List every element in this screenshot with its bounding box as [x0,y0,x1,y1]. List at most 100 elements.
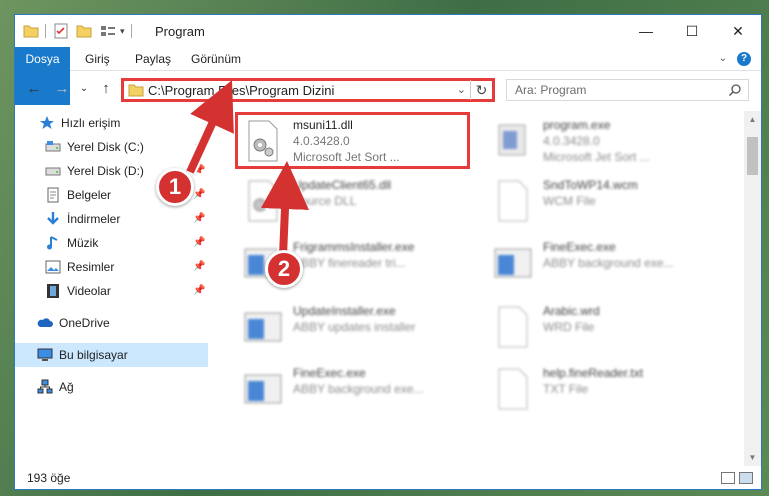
window-title: Program [155,24,205,39]
search-box[interactable]: Ara: Program [506,79,749,101]
toolbar-separator [45,24,46,38]
callout-badge-2: 2 [265,250,303,288]
exe-icon [498,124,526,156]
sidebar-item-label: İndirmeler [67,212,121,226]
file-item[interactable]: Arabic.wrd WRD File [485,299,725,357]
sidebar-item-local-disk-c[interactable]: Yerel Disk (C:) 📌 [15,135,208,159]
search-placeholder[interactable]: Ara: Program [515,83,586,97]
sidebar-item-label: Yerel Disk (C:) [67,140,144,154]
callout-badge-1: 1 [156,168,194,206]
file-name: Arabic.wrd [543,304,600,318]
file-type: WRD File [543,320,595,334]
highlight-box [235,112,470,169]
maximize-button[interactable]: ☐ [669,15,715,47]
navigation-bar: ← → ⌄ ↑ C:\Program Files\Program Dizini … [15,72,761,106]
scroll-up-icon[interactable]: ▲ [744,111,761,128]
file-description: ABBY background exe... [543,256,674,270]
properties-icon[interactable] [54,23,68,39]
blank-file-icon [498,180,528,222]
sidebar-item-label: Videolar [67,284,111,298]
app-window-icon [244,312,282,342]
file-version: 4.0.3428.0 [543,134,600,148]
sidebar-item-pictures[interactable]: Resimler 📌 [15,255,208,279]
expand-ribbon-icon[interactable]: ⌄ [719,53,727,64]
pictures-icon [45,260,61,274]
file-item[interactable]: UpdateInstaller.exe ABBY updates install… [235,299,475,357]
videos-icon [47,284,59,298]
sidebar-item-quick-access[interactable]: Hızlı erişim [15,111,208,135]
file-item[interactable]: program.exe 4.0.3428.0 Microsoft Jet Sor… [485,113,725,171]
tab-share[interactable]: Paylaş [135,47,171,71]
details-view-icon[interactable] [721,472,735,484]
sidebar-item-network[interactable]: Ağ [15,375,208,399]
file-type: WCM File [543,194,596,208]
sidebar-item-label: Ağ [59,380,74,394]
address-path[interactable]: C:\Program Files\Program Dizini [148,83,334,98]
file-description: ABBY finereader tri... [293,256,406,270]
sidebar-item-onedrive[interactable]: OneDrive [15,311,208,335]
quick-access-toolbar: ▾ [23,22,132,40]
navigation-pane: Hızlı erişim Yerel Disk (C:) 📌 Yerel Dis… [15,111,208,466]
customize-toolbar-dropdown[interactable]: ▾ [120,26,125,37]
blank-file-icon [498,368,528,410]
computer-icon [37,348,53,361]
address-bar[interactable]: C:\Program Files\Program Dizini ⌄ ↻ [121,78,495,102]
file-type: TXT File [543,382,589,396]
pin-icon: 📌 [193,165,206,176]
pin-icon: 📌 [193,237,206,248]
file-description: ABBY updates installer [293,320,416,334]
file-name: FineExec.exe [293,366,366,380]
recent-locations-button[interactable]: ⌄ [75,80,93,98]
up-button[interactable]: ↑ [97,80,115,98]
sidebar-item-label: Yerel Disk (D:) [67,164,144,178]
file-item[interactable]: FineExec.exe ABBY background exe... [485,235,725,293]
file-item[interactable]: UpdateClient65.dll Source DLL [235,173,475,231]
forward-button[interactable]: → [53,80,71,98]
vertical-scrollbar[interactable]: ▲ ▼ [744,111,761,466]
view-options-icon[interactable] [100,24,116,38]
back-button[interactable]: ← [25,80,43,98]
tab-home[interactable]: Giriş [85,47,110,71]
documents-icon [47,187,59,203]
app-window-icon [244,374,282,404]
drive-icon [45,141,61,152]
scroll-down-icon[interactable]: ▼ [744,449,761,466]
file-name: help.fineReader.txt [543,366,644,380]
search-icon[interactable] [728,83,742,97]
close-button[interactable]: ✕ [715,15,761,47]
large-icons-view-icon[interactable] [739,472,753,484]
refresh-button[interactable]: ↻ [470,80,492,100]
download-icon [47,212,59,225]
sidebar-item-music[interactable]: Müzik 📌 [15,231,208,255]
title-bar: ▾ Program — ☐ ✕ [15,15,761,47]
scrollbar-thumb[interactable] [747,137,758,175]
file-item[interactable]: help.fineReader.txt TXT File [485,361,725,419]
pin-icon: 📌 [193,213,206,224]
file-list: msuni11.dll 4.0.3428.0 Microsoft Jet Sor… [215,111,745,466]
help-button[interactable]: ? [737,52,751,66]
pin-icon: 📌 [193,141,206,152]
file-description: ABBY background exe... [293,382,424,396]
tab-view[interactable]: Görünüm [191,47,241,71]
minimize-button[interactable]: — [623,15,669,47]
address-dropdown-icon[interactable]: ⌄ [457,83,466,96]
sidebar-item-this-pc[interactable]: Bu bilgisayar [15,343,208,367]
pin-icon: 📌 [193,261,206,272]
new-folder-icon[interactable] [76,24,92,38]
sidebar-item-downloads[interactable]: İndirmeler 📌 [15,207,208,231]
sidebar-item-label: Müzik [67,236,99,250]
file-item[interactable]: SndToWP14.wcm WCM File [485,173,725,231]
item-count: 193 öğe [27,471,71,485]
file-name: UpdateInstaller.exe [293,304,396,318]
drive-icon [45,167,61,176]
sidebar-item-videos[interactable]: Videolar 📌 [15,279,208,303]
file-explorer-window: ▾ Program — ☐ ✕ Dosya Giriş Paylaş Görün… [14,14,762,490]
file-item[interactable]: FineExec.exe ABBY background exe... [235,361,475,419]
folder-icon [23,25,39,38]
sidebar-item-label: Belgeler [67,188,112,202]
file-type: Source DLL [293,194,357,208]
sidebar-item-label: OneDrive [59,316,110,330]
pin-icon: 📌 [193,285,206,296]
file-name: FineExec.exe [543,240,616,254]
dll-gear-icon [248,180,278,222]
